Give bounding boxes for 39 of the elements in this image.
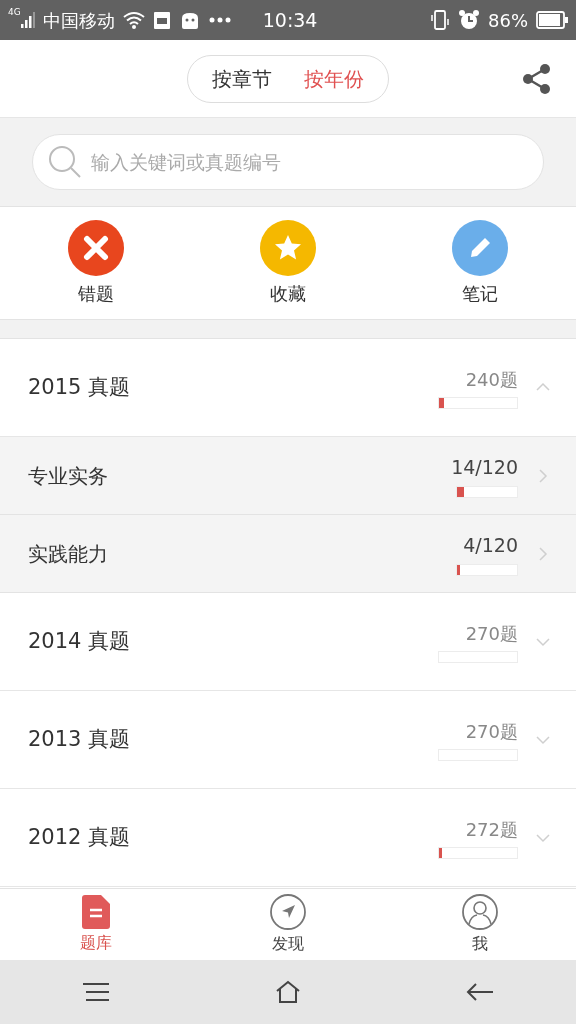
question-count: 270题 — [465, 622, 518, 646]
nav-tab[interactable]: 发现 — [192, 889, 384, 960]
question-count: 240题 — [465, 368, 518, 392]
signal-icon — [20, 12, 35, 28]
search-icon — [48, 145, 82, 179]
progress-count: 4/120 — [463, 533, 518, 559]
pencil-icon — [452, 219, 508, 276]
battery-percent: 86% — [488, 8, 528, 33]
segment-tab[interactable]: 按年份 — [288, 55, 380, 102]
nav-tab[interactable]: 题库 — [0, 889, 192, 960]
compass-icon — [270, 893, 306, 930]
subject-row[interactable]: 实践能力 4/120 — [0, 515, 576, 593]
progress-bar — [456, 485, 518, 498]
shortcut-button[interactable]: 错题 — [0, 219, 192, 307]
progress-bar — [456, 563, 518, 576]
subject-row[interactable]: 专业实务 14/120 — [0, 437, 576, 515]
alarm-icon — [458, 9, 480, 31]
document-icon — [82, 894, 110, 929]
user-icon — [462, 893, 498, 930]
back-icon[interactable] — [466, 982, 494, 1002]
home-icon[interactable] — [275, 980, 301, 1004]
segment-tab[interactable]: 按章节 — [196, 55, 288, 102]
cross-icon — [68, 219, 124, 276]
nav-tab[interactable]: 我 — [384, 889, 576, 960]
network-label: 4G — [8, 8, 21, 17]
battery-icon — [536, 11, 568, 29]
progress-count: 14/120 — [451, 455, 518, 481]
question-count: 270题 — [465, 720, 518, 744]
wifi-icon — [122, 11, 145, 29]
vibrate-icon — [430, 9, 450, 31]
search-field[interactable]: 输入关键词或真题编号 — [32, 134, 544, 190]
menu-icon[interactable] — [83, 983, 109, 1001]
shortcut-button[interactable]: 收藏 — [192, 219, 384, 307]
notification-icon — [152, 10, 171, 30]
time-label: 10:34 — [262, 7, 318, 33]
shortcut-button[interactable]: 笔记 — [384, 219, 576, 307]
carrier-label: 中国移动 — [42, 8, 115, 33]
more-icon — [208, 17, 231, 23]
question-count: 272题 — [465, 818, 518, 842]
